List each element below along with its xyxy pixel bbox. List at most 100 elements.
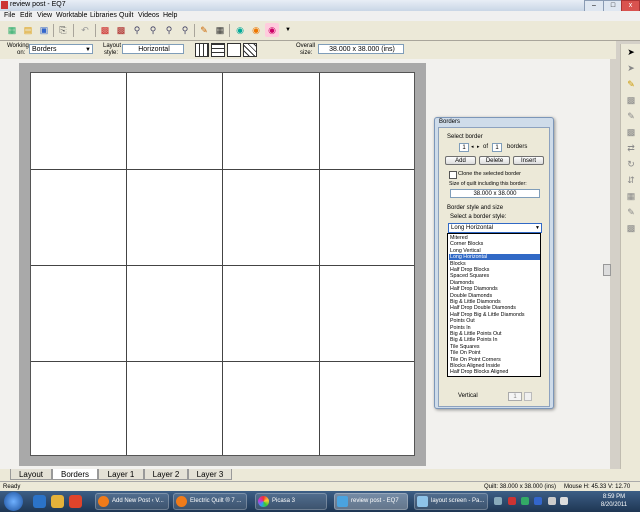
symmetry-icon[interactable]: ▦: [625, 190, 637, 202]
layout-border-icon[interactable]: [227, 43, 241, 57]
border-style-option[interactable]: Blocks: [449, 261, 540, 267]
design-tools-icon[interactable]: ✎: [197, 23, 211, 37]
open-folder-icon[interactable]: ▤: [21, 23, 35, 37]
print-preview-icon[interactable]: ◉: [233, 23, 247, 37]
border-style-option[interactable]: Big & Little Points Out: [449, 331, 540, 337]
border-style-option[interactable]: Big & Little Points In: [449, 337, 540, 343]
worktable-tabs: Layout Borders Layer 1 Layer 2 Layer 3: [0, 469, 640, 481]
volume-icon[interactable]: [560, 497, 568, 505]
zoom-arrow-icon[interactable]: ➤: [625, 62, 637, 74]
spin-down-icon[interactable]: ◂: [471, 144, 474, 150]
tab-layer-3[interactable]: Layer 3: [188, 469, 232, 480]
add-border-button[interactable]: Add: [445, 156, 476, 165]
scrollbar-thumb[interactable]: [603, 264, 611, 276]
border-style-option[interactable]: Half Drop Blocks: [449, 267, 540, 273]
tab-borders[interactable]: Borders: [52, 469, 98, 480]
tab-layer-1[interactable]: Layer 1: [98, 469, 144, 480]
eyedropper-icon[interactable]: ✎: [625, 206, 637, 218]
tab-layout[interactable]: Layout: [10, 469, 52, 480]
view-sketchbook-icon[interactable]: ▩: [114, 23, 128, 37]
explorer-icon[interactable]: [51, 495, 64, 508]
save-icon[interactable]: ▣: [37, 23, 51, 37]
dialog-title[interactable]: Borders: [439, 119, 460, 125]
menu-edit[interactable]: Edit: [20, 12, 32, 19]
worktable-icon[interactable]: ◉: [265, 23, 279, 37]
taskbar-item-review-post[interactable]: review post - EQ7: [334, 493, 408, 510]
tray-app-icon[interactable]: [521, 497, 529, 505]
insert-border-button[interactable]: Insert: [513, 156, 544, 165]
border-style-option[interactable]: Tile On Point: [449, 350, 540, 356]
zoom-in-icon[interactable]: ⚲: [130, 23, 144, 37]
ruler-tool-icon[interactable]: ✎: [625, 78, 637, 90]
network-icon[interactable]: [548, 497, 556, 505]
tray-app-icon[interactable]: [534, 497, 542, 505]
rotate-icon[interactable]: ↻: [625, 158, 637, 170]
menu-videos[interactable]: Videos: [138, 12, 159, 19]
start-button[interactable]: [4, 492, 23, 511]
tab-layer-2[interactable]: Layer 2: [144, 469, 188, 480]
border-style-option[interactable]: Tile Squares: [449, 344, 540, 350]
border-style-option[interactable]: Blocks Aligned Inside: [449, 363, 540, 369]
flip-icon[interactable]: ⇵: [625, 174, 637, 186]
add-to-sketchbook-icon[interactable]: ▩: [98, 23, 112, 37]
border-index-field[interactable]: 1: [459, 143, 469, 152]
layout-grid-icon[interactable]: [195, 43, 209, 57]
taskbar-item-add-new-post[interactable]: Add New Post ‹ V...: [95, 493, 169, 510]
ruler-icon[interactable]: ▦: [213, 23, 227, 37]
media-player-icon[interactable]: [69, 495, 82, 508]
border-style-option[interactable]: Spaced Squares: [449, 273, 540, 279]
spraycan-icon[interactable]: ▩: [625, 126, 637, 138]
fit-to-worktable-icon[interactable]: ⚲: [178, 23, 192, 37]
paintbrush-icon[interactable]: ✎: [625, 110, 637, 122]
tray-app-icon[interactable]: [508, 497, 516, 505]
vertical-spinner[interactable]: [524, 392, 532, 401]
clock-time[interactable]: 8:59 PM: [598, 494, 630, 500]
menu-help[interactable]: Help: [163, 12, 177, 19]
spin-up-icon[interactable]: ▸: [477, 144, 480, 150]
undo-icon[interactable]: ↶: [78, 23, 92, 37]
tray-expand-icon[interactable]: [494, 497, 502, 505]
border-style-option[interactable]: Half Drop Diamonds: [449, 286, 540, 292]
quilt-center[interactable]: [30, 72, 415, 456]
clock-date[interactable]: 8/20/2011: [598, 502, 630, 508]
swap-icon[interactable]: ⇄: [625, 142, 637, 154]
toolbar-overflow-icon[interactable]: ▼: [281, 23, 295, 37]
border-style-option[interactable]: Tile On Point Corners: [449, 357, 540, 363]
fabric-icon[interactable]: ◉: [249, 23, 263, 37]
pick-arrow-icon[interactable]: ➤: [625, 46, 637, 58]
border-style-option[interactable]: Half Drop Big & Little Diamonds: [449, 312, 540, 318]
set-block-icon[interactable]: ▩: [625, 94, 637, 106]
ie-icon[interactable]: [33, 495, 46, 508]
zoom-out-icon[interactable]: ⚲: [146, 23, 160, 37]
taskbar-item-electric-quilt[interactable]: Electric Quilt ® 7 ...: [173, 493, 247, 510]
border-style-option[interactable]: Points In: [449, 325, 540, 331]
zoom-refresh-icon[interactable]: ⚲: [162, 23, 176, 37]
menu-worktable[interactable]: Worktable: [56, 12, 87, 19]
print-icon[interactable]: ⎘: [56, 23, 70, 37]
menu-file[interactable]: File: [4, 12, 15, 19]
border-style-option[interactable]: Half Drop Blocks Aligned: [449, 369, 540, 375]
new-icon[interactable]: ▦: [5, 23, 19, 37]
delete-border-button[interactable]: Delete: [479, 156, 510, 165]
border-style-option[interactable]: Big & Little Diamonds: [449, 299, 540, 305]
border-style-option[interactable]: Points Out: [449, 318, 540, 324]
taskbar-item-picasa[interactable]: Picasa 3: [255, 493, 327, 510]
working-on-select[interactable]: Borders ▼: [29, 44, 93, 54]
border-style-select[interactable]: Long Horizontal ▼: [448, 223, 542, 233]
border-style-option[interactable]: Double Diamonds: [449, 293, 540, 299]
border-style-option[interactable]: Long Vertical: [449, 248, 540, 254]
vertical-field[interactable]: 1: [508, 392, 522, 401]
taskbar-item-layout-screen[interactable]: layout screen - Pa...: [414, 493, 488, 510]
border-style-option[interactable]: Half Drop Double Diamonds: [449, 305, 540, 311]
layout-diagonal-icon[interactable]: [243, 43, 257, 57]
border-style-option[interactable]: Long Horizontal: [449, 254, 540, 261]
layout-rows-icon[interactable]: [211, 43, 225, 57]
border-style-option[interactable]: Mitered: [449, 235, 540, 241]
border-style-option[interactable]: Corner Blocks: [449, 241, 540, 247]
menu-quilt[interactable]: Quilt: [119, 12, 133, 19]
clone-checkbox[interactable]: [449, 171, 457, 179]
layer-icon[interactable]: ▩: [625, 222, 637, 234]
menu-view[interactable]: View: [37, 12, 52, 19]
menu-libraries[interactable]: Libraries: [90, 12, 117, 19]
border-style-option[interactable]: Diamonds: [449, 280, 540, 286]
